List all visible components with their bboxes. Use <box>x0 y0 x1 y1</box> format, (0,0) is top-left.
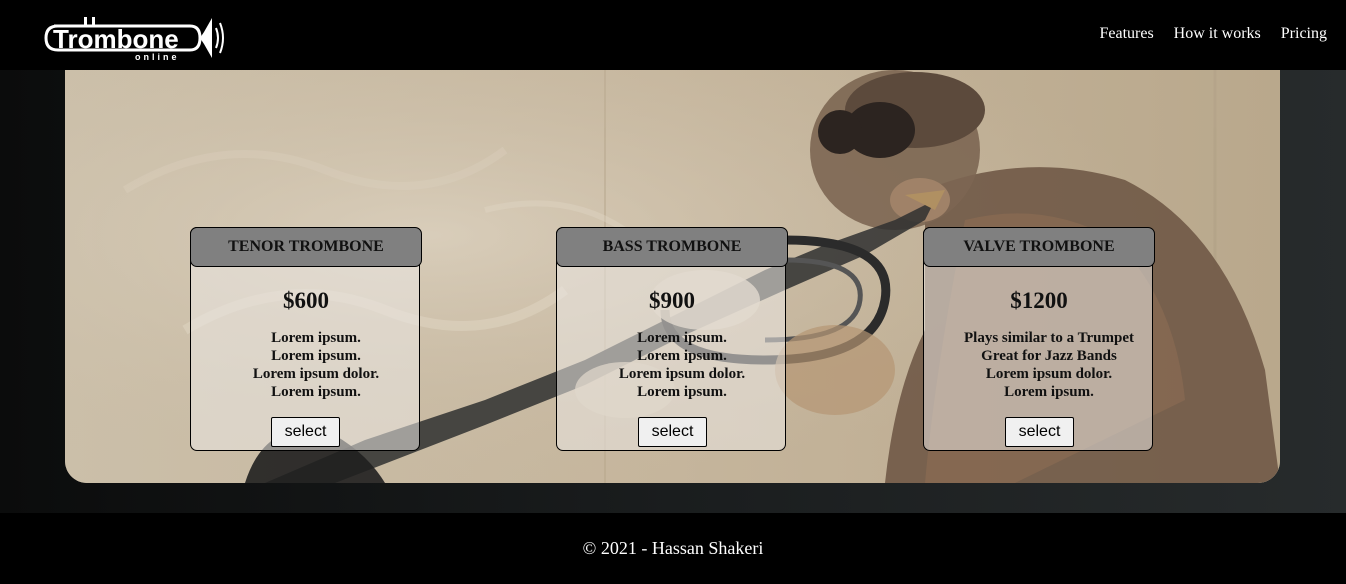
pricing-card-valve: VALVE TROMBONE $1200 Plays similar to a … <box>923 227 1155 451</box>
trombone-logo[interactable]: Trombone online <box>40 8 225 64</box>
site-header: Trombone online Features How it works Pr… <box>0 0 1346 70</box>
logo-subtext: online <box>135 52 180 62</box>
select-button-valve[interactable]: select <box>1005 417 1074 447</box>
card-features: Plays similar to a Trumpet Great for Jaz… <box>924 329 1174 401</box>
feature-item: Lorem ipsum dolor. <box>985 366 1113 382</box>
feature-item: Great for Jazz Bands <box>981 348 1117 364</box>
feature-item: Lorem ipsum. <box>1004 384 1094 400</box>
copyright-text: © 2021 - Hassan Shakeri <box>582 538 764 558</box>
site-footer: © 2021 - Hassan Shakeri <box>0 513 1346 584</box>
hero-image: TENOR TROMBONE $600 Lorem ipsum. Lorem i… <box>65 70 1280 483</box>
card-price: $900 <box>649 288 695 313</box>
nav-pricing[interactable]: Pricing <box>1281 25 1327 43</box>
feature-item: Plays similar to a Trumpet <box>964 330 1134 346</box>
card-price: $1200 <box>1010 288 1068 313</box>
card-features: Lorem ipsum. Lorem ipsum. Lorem ipsum do… <box>557 329 807 401</box>
nav-features[interactable]: Features <box>1099 25 1153 43</box>
feature-item: Lorem ipsum dolor. <box>252 366 380 382</box>
card-title: BASS TROMBONE <box>556 227 788 267</box>
feature-item: Lorem ipsum. <box>637 348 727 364</box>
feature-item: Lorem ipsum. <box>637 330 727 346</box>
card-title: VALVE TROMBONE <box>923 227 1155 267</box>
card-features: Lorem ipsum. Lorem ipsum. Lorem ipsum do… <box>191 329 441 401</box>
feature-item: Lorem ipsum. <box>637 384 727 400</box>
feature-item: Lorem ipsum. <box>271 348 361 364</box>
card-title: TENOR TROMBONE <box>190 227 422 267</box>
feature-item: Lorem ipsum dolor. <box>618 366 746 382</box>
main-nav: Features How it works Pricing <box>1099 25 1327 43</box>
select-button-tenor[interactable]: select <box>271 417 340 447</box>
nav-how-it-works[interactable]: How it works <box>1174 25 1261 43</box>
main-section: TENOR TROMBONE $600 Lorem ipsum. Lorem i… <box>0 70 1346 513</box>
select-button-bass[interactable]: select <box>638 417 707 447</box>
pricing-card-bass: BASS TROMBONE $900 Lorem ipsum. Lorem ip… <box>556 227 788 451</box>
feature-item: Lorem ipsum. <box>271 384 361 400</box>
feature-item: Lorem ipsum. <box>271 330 361 346</box>
pricing-card-tenor: TENOR TROMBONE $600 Lorem ipsum. Lorem i… <box>190 227 422 451</box>
logo-wordmark: Trombone <box>53 24 179 54</box>
card-price: $600 <box>283 288 329 313</box>
